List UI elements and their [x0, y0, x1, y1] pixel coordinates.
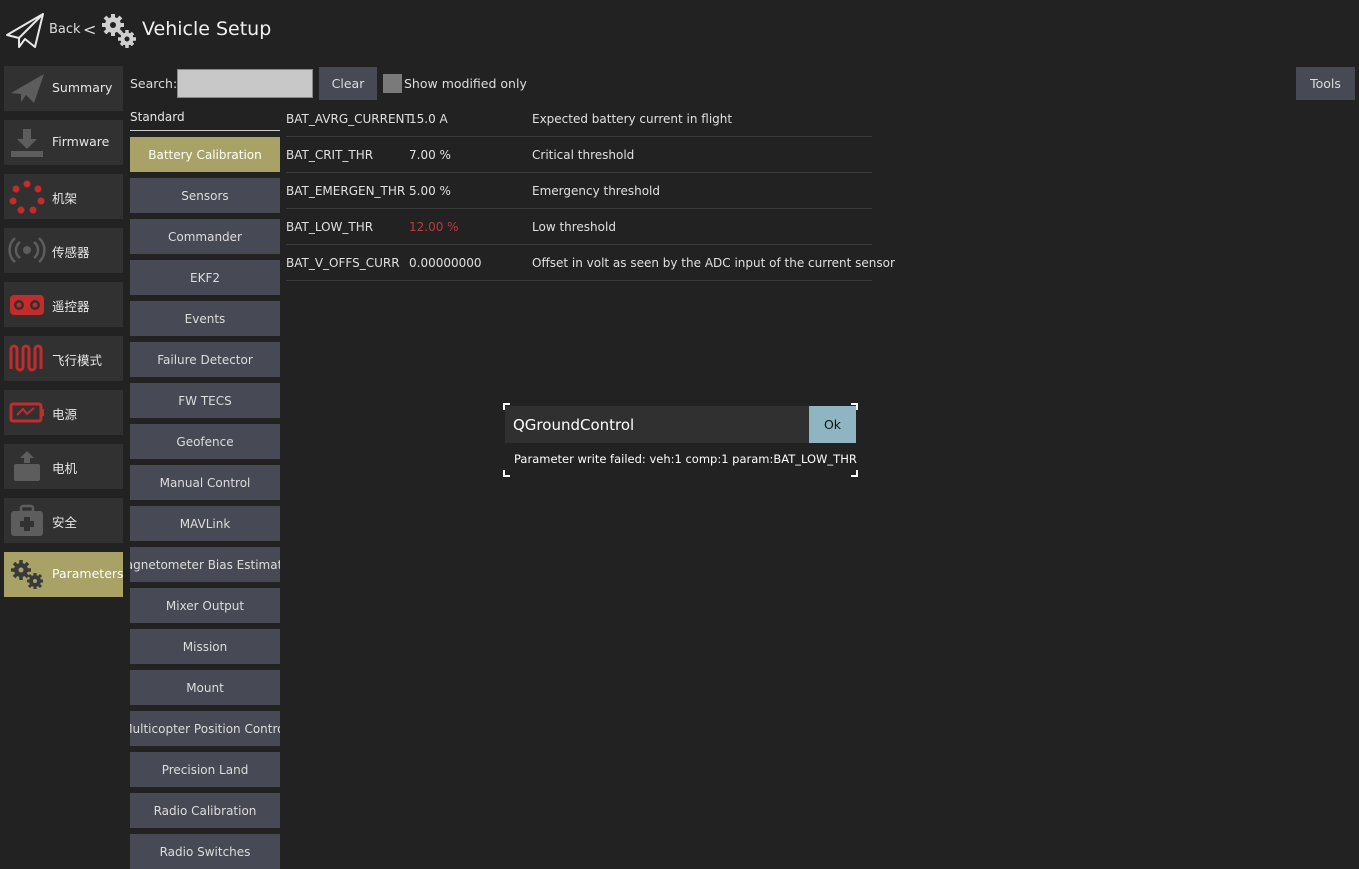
- gears-icon: [11, 560, 43, 589]
- sidebar-item-label: Parameters: [52, 566, 124, 581]
- param-name: BAT_LOW_THR: [286, 220, 374, 234]
- group-button[interactable]: Radio Calibration: [130, 793, 280, 828]
- param-name: BAT_EMERGEN_THR: [286, 184, 406, 198]
- tools-button[interactable]: Tools: [1296, 67, 1355, 100]
- show-modified-checkbox[interactable]: [383, 74, 402, 93]
- dialog-corner: [503, 470, 510, 477]
- sidebar-item-sensors[interactable]: 传感器: [4, 228, 123, 273]
- battery-icon: [9, 402, 44, 423]
- param-name: BAT_AVRG_CURRENT: [286, 112, 412, 126]
- sidebar-item-radio[interactable]: 遥控器: [4, 282, 123, 327]
- sidebar-item-summary[interactable]: Summary: [4, 66, 123, 111]
- clear-button[interactable]: Clear: [319, 67, 377, 100]
- table-row[interactable]: BAT_CRIT_THR 7.00 % Critical threshold: [286, 137, 872, 173]
- search-label: Search:: [130, 76, 178, 91]
- group-button[interactable]: Mount: [130, 670, 280, 705]
- param-value[interactable]: 5.00 %: [409, 184, 451, 198]
- sidebar-item-label: 电机: [52, 461, 78, 476]
- header: Back < Vehicle Setup: [0, 0, 1359, 62]
- group-button[interactable]: Mixer Output: [130, 588, 280, 623]
- group-button[interactable]: Commander: [130, 219, 280, 254]
- paper-plane-icon: [11, 74, 44, 103]
- param-value[interactable]: 7.00 %: [409, 148, 451, 162]
- group-button[interactable]: Multicopter Position Control: [130, 711, 280, 746]
- sidebar-item-flight-modes[interactable]: 飞行模式: [4, 336, 123, 381]
- group-button[interactable]: Manual Control: [130, 465, 280, 500]
- table-row[interactable]: BAT_AVRG_CURRENT 15.0 A Expected battery c…: [286, 101, 872, 137]
- sidebar-item-label: 传感器: [52, 245, 90, 260]
- group-button[interactable]: EKF2: [130, 260, 280, 295]
- table-row[interactable]: BAT_V_OFFS_CURR 0.00000000 Offset in volt …: [286, 245, 895, 281]
- group-button[interactable]: Battery Calibration: [130, 137, 280, 172]
- group-section-heading: Standard: [130, 110, 185, 124]
- group-button[interactable]: Sensors: [130, 178, 280, 213]
- sensors-icon: [8, 237, 46, 263]
- show-modified-label[interactable]: Show modified only: [404, 76, 527, 91]
- airframe-icon: [9, 180, 45, 214]
- group-button[interactable]: Failure Detector: [130, 342, 280, 377]
- group-button[interactable]: Events: [130, 301, 280, 336]
- sidebar-item-safety[interactable]: 安全: [4, 498, 123, 543]
- sidebar-item-label: Summary: [52, 80, 113, 95]
- group-button[interactable]: MAVLink: [130, 506, 280, 541]
- param-description: Expected battery current in flight: [532, 112, 733, 126]
- param-value[interactable]: 15.0 A: [409, 112, 448, 126]
- back-button[interactable]: Back: [49, 22, 81, 37]
- group-button[interactable]: Geofence: [130, 424, 280, 459]
- sidebar-item-label: 机架: [52, 191, 78, 206]
- sidebar-item-label: 电源: [52, 407, 78, 422]
- sidebar-item-airframe[interactable]: 机架: [4, 174, 123, 219]
- table-row[interactable]: BAT_LOW_THR 12.00 % Low threshold: [286, 209, 872, 245]
- gears-icon: [102, 14, 136, 48]
- param-name: BAT_CRIT_THR: [286, 148, 374, 162]
- safety-icon: [11, 504, 43, 536]
- group-button[interactable]: Precision Land: [130, 752, 280, 787]
- param-value[interactable]: 0.00000000: [409, 256, 482, 270]
- radio-icon: [10, 295, 44, 315]
- motor-icon: [14, 451, 40, 481]
- dialog-title: QGroundControl: [513, 416, 635, 434]
- sidebar-item-power[interactable]: 电源: [4, 390, 123, 435]
- param-value[interactable]: 12.00 %: [409, 220, 459, 234]
- param-description: Emergency threshold: [532, 184, 661, 198]
- breadcrumb-separator: <: [83, 20, 97, 39]
- param-description: Offset in volt as seen by the ADC input …: [532, 256, 895, 270]
- param-description: Low threshold: [532, 220, 616, 234]
- dialog-header: QGroundControl: [505, 406, 809, 443]
- group-button[interactable]: FW TECS: [130, 383, 280, 418]
- sidebar-item-label: 飞行模式: [52, 353, 103, 368]
- group-button[interactable]: Mission: [130, 629, 280, 664]
- sidebar-item-parameters[interactable]: Parameters: [4, 552, 124, 597]
- sidebar-item-label: 遥控器: [52, 299, 90, 314]
- param-description: Critical threshold: [532, 148, 635, 162]
- sidebar-item-motors[interactable]: 电机: [4, 444, 123, 489]
- download-icon: [11, 129, 43, 157]
- param-name: BAT_V_OFFS_CURR: [286, 256, 400, 270]
- dialog-corner: [851, 470, 858, 477]
- search-input[interactable]: [177, 69, 313, 98]
- sidebar-item-firmware[interactable]: Firmware: [4, 120, 123, 165]
- dialog-ok-button[interactable]: Ok: [809, 406, 856, 443]
- page-title: Vehicle Setup: [142, 18, 272, 40]
- table-row[interactable]: BAT_EMERGEN_THR 5.00 % Emergency threshold: [286, 173, 872, 209]
- paper-plane-logo-icon[interactable]: [5, 11, 45, 51]
- sidebar-item-label: 安全: [52, 515, 78, 530]
- sidebar-item-label: Firmware: [52, 134, 110, 149]
- group-section-divider: [130, 130, 280, 131]
- dialog-message: Parameter write failed: veh:1 comp:1 par…: [514, 452, 857, 466]
- flight-modes-icon: [9, 344, 43, 372]
- group-button[interactable]: Magnetometer Bias Estimator: [130, 547, 280, 582]
- error-dialog: QGroundControl Ok Parameter write failed…: [503, 403, 858, 477]
